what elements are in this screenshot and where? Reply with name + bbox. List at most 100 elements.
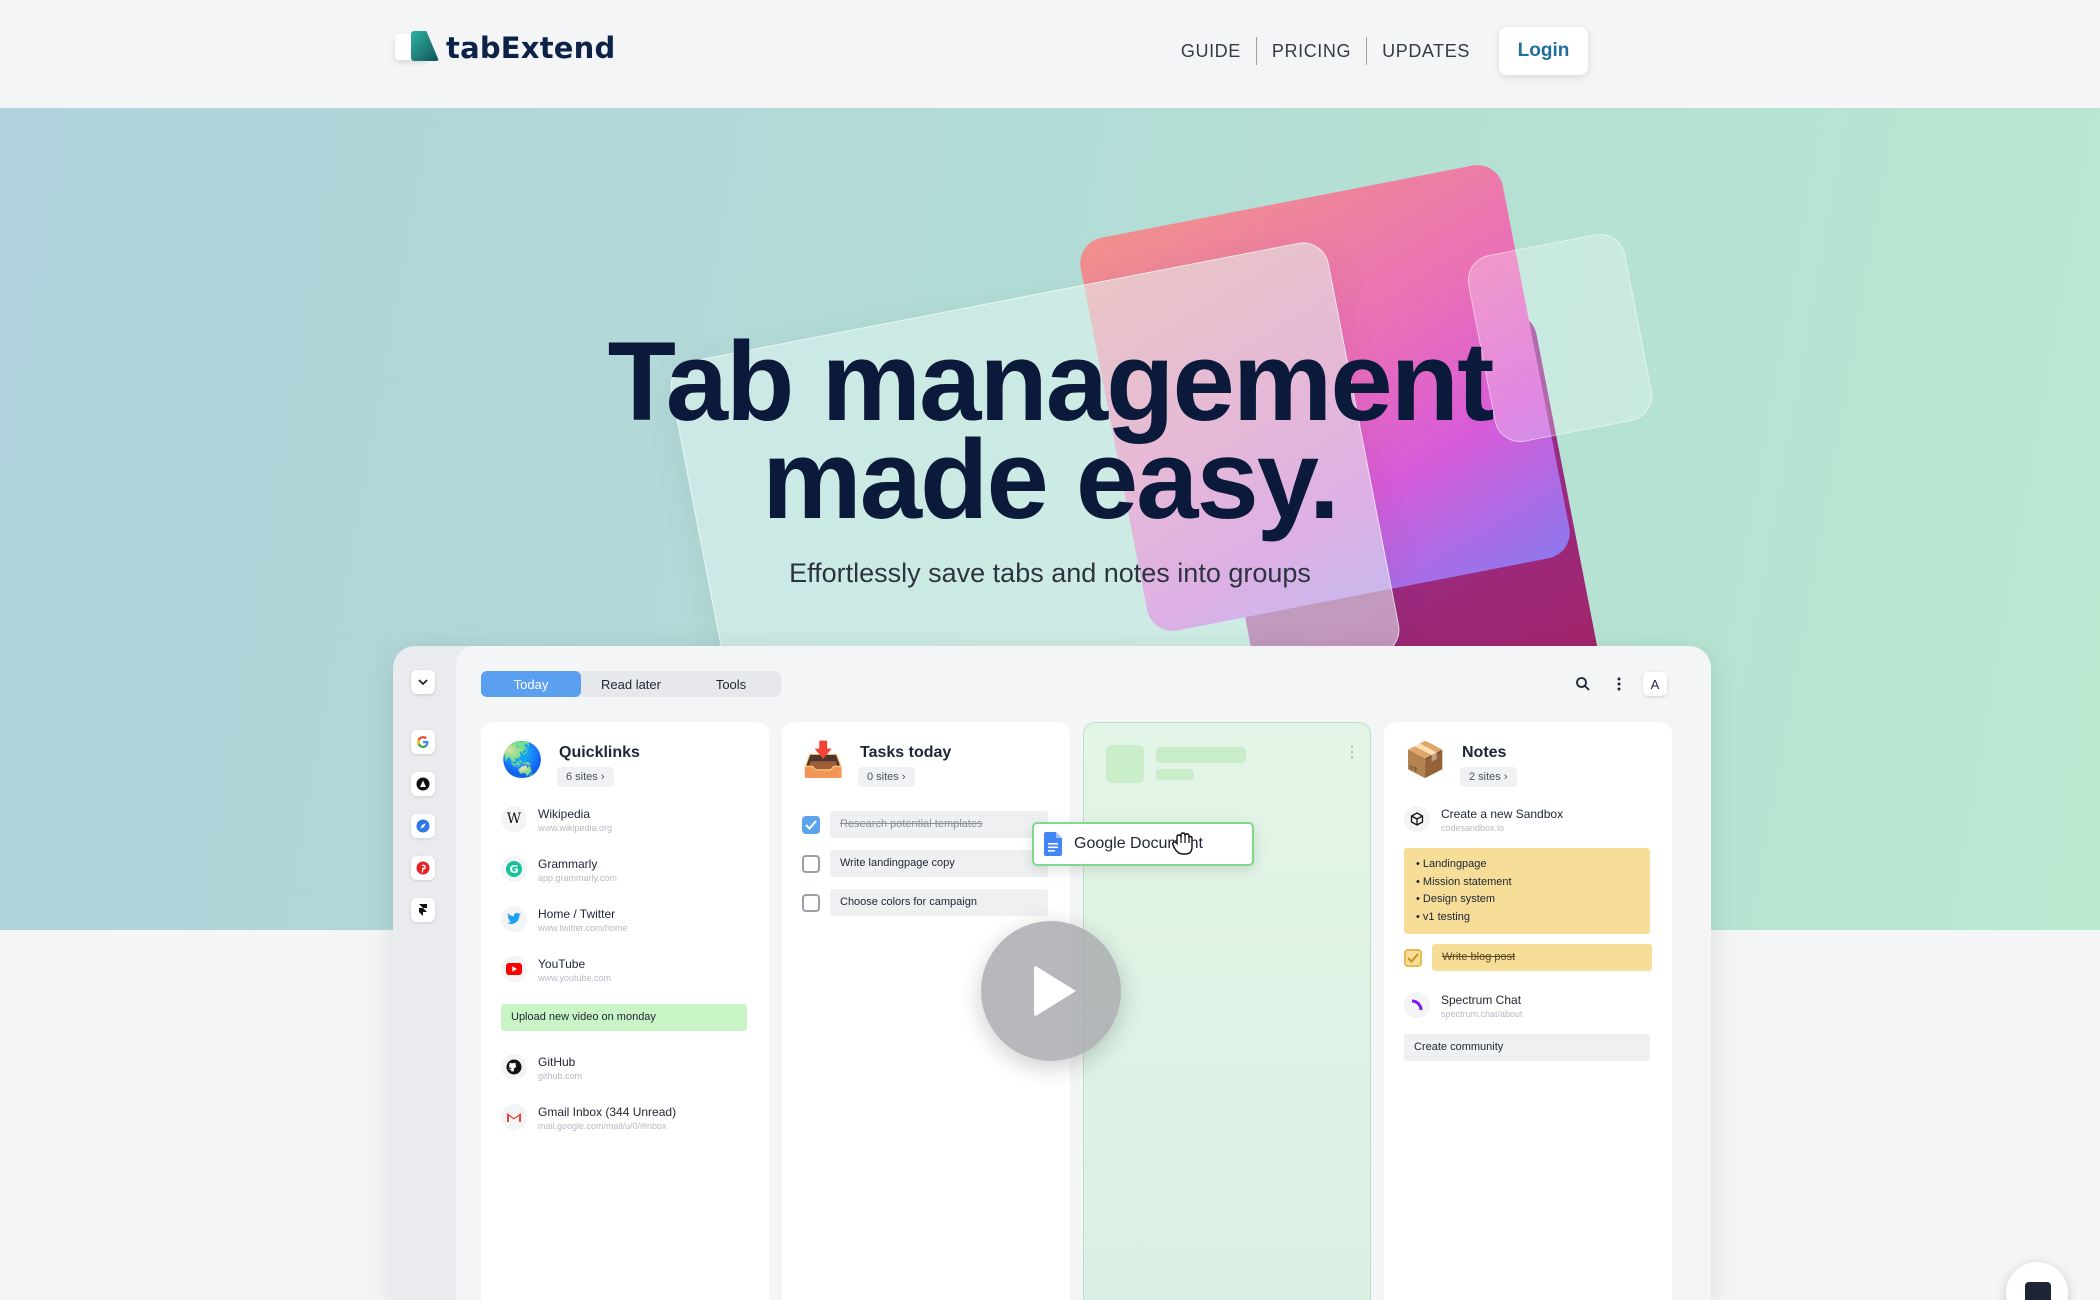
group-title: Tasks today	[860, 744, 952, 761]
play-video-button[interactable]	[981, 921, 1121, 1061]
group-column-quicklinks: 🌏 Quicklinks 6 sites › W Wikipedia www.wi…	[481, 722, 769, 1300]
nav-link-pricing[interactable]: PRICING	[1257, 37, 1366, 65]
list-item[interactable]: GitHub github.com	[501, 1054, 582, 1082]
kebab-menu-icon[interactable]	[1350, 745, 1354, 759]
note-bullet: • Landingpage	[1416, 858, 1487, 870]
github-icon	[501, 1054, 527, 1080]
app-sidebar	[393, 646, 455, 1300]
list-item[interactable]: W Wikipedia www.wikipedia.org	[501, 806, 612, 834]
tab-tools[interactable]: Tools	[681, 671, 781, 697]
tab-today[interactable]: Today	[481, 671, 581, 697]
framer-icon[interactable]	[411, 898, 435, 922]
search-icon	[1576, 677, 1590, 691]
task-label: Write landingpage copy	[830, 850, 1048, 877]
nav-link-guide[interactable]: GUIDE	[1166, 37, 1256, 65]
search-button[interactable]	[1571, 672, 1595, 696]
group-header: 🌏 Quicklinks 6 sites ›	[501, 740, 640, 787]
list-item[interactable]: Create a new Sandbox codesandbox.io	[1404, 806, 1563, 834]
task-item[interactable]: Write landingpage copy	[802, 850, 1048, 877]
arc-icon[interactable]	[411, 772, 435, 796]
chat-widget-button[interactable]	[2006, 1262, 2068, 1300]
task-label: Research potential templates	[830, 811, 1048, 838]
checkbox-checked[interactable]	[802, 815, 820, 834]
logo[interactable]: tabExtend	[395, 28, 615, 68]
logo-text: tabExtend	[446, 31, 616, 65]
note-bullet: • v1 testing	[1416, 910, 1470, 923]
avatar[interactable]: A	[1643, 672, 1667, 696]
task-item[interactable]: Research potential templates	[802, 811, 1048, 838]
chevron-down-icon	[418, 679, 428, 686]
task-label: Choose colors for campaign	[830, 889, 1048, 916]
checkmark-icon	[1407, 952, 1419, 963]
globe-icon: 🌏	[501, 741, 544, 779]
link-title: YouTube	[538, 957, 586, 971]
link-url: www.wikipedia.org	[538, 823, 613, 833]
chat-icon	[2025, 1282, 2051, 1300]
dragged-tab-card[interactable]: Google Document	[1032, 822, 1254, 866]
google-docs-icon	[1044, 832, 1062, 856]
link-title: Wikipedia	[538, 807, 591, 821]
safari-icon[interactable]	[411, 814, 435, 838]
group-title: Quicklinks	[559, 744, 640, 761]
tab-read-later[interactable]: Read later	[581, 671, 681, 697]
link-url: www.youtube.com	[538, 973, 612, 983]
note-item[interactable]: Create community	[1404, 1034, 1650, 1061]
wikipedia-icon: W	[501, 806, 527, 832]
svg-text:G: G	[509, 863, 518, 876]
codesandbox-icon	[1404, 806, 1430, 832]
checkmark-icon	[805, 819, 817, 830]
logo-mark-icon	[395, 29, 443, 67]
task-label: Write blog post	[1432, 944, 1652, 971]
nav-link-updates[interactable]: UPDATES	[1367, 37, 1485, 65]
collapse-toggle-button[interactable]	[411, 670, 435, 694]
main-nav: GUIDE PRICING UPDATES Login	[1166, 26, 1588, 75]
link-title: Gmail Inbox (344 Unread)	[538, 1105, 677, 1119]
link-title: Spectrum Chat	[1441, 993, 1522, 1007]
task-item[interactable]: Write blog post	[1404, 944, 1652, 971]
google-icon[interactable]	[411, 730, 435, 754]
group-column-notes: 📦 Notes 2 sites › Create a new Sandbox co…	[1384, 722, 1672, 1300]
link-url: www.twitter.com/home	[538, 923, 628, 933]
link-title: Home / Twitter	[538, 907, 616, 921]
group-header: 📥 Tasks today 0 sites ›	[802, 740, 951, 787]
list-item[interactable]: Spectrum Chat spectrum.chat/about	[1404, 992, 1523, 1020]
new-group-drop-zone[interactable]	[1083, 722, 1371, 1300]
site-count-badge[interactable]: 6 sites ›	[557, 767, 614, 787]
checkbox[interactable]	[802, 893, 820, 912]
login-button[interactable]: Login	[1499, 26, 1588, 75]
list-item[interactable]: G Grammarly app.grammarly.com	[501, 856, 617, 884]
note-item[interactable]: Upload new video on monday	[501, 1004, 747, 1031]
site-count-badge[interactable]: 2 sites ›	[1460, 767, 1517, 787]
spectrum-icon	[1404, 992, 1430, 1018]
placeholder-badge	[1156, 769, 1194, 780]
hero-title: Tab management made easy.	[0, 326, 2100, 542]
link-url: mail.google.com/mail/u/0/#inbox	[538, 1121, 667, 1131]
link-title: Create a new Sandbox	[1441, 807, 1564, 821]
site-count-badge[interactable]: 0 sites ›	[858, 767, 915, 787]
placeholder-icon	[1106, 745, 1144, 783]
checkbox-checked[interactable]	[1404, 948, 1422, 967]
task-item[interactable]: Choose colors for campaign	[802, 889, 1048, 916]
youtube-icon	[501, 956, 527, 982]
link-url: app.grammarly.com	[538, 873, 617, 883]
link-url: github.com	[538, 1071, 583, 1081]
grab-cursor-icon	[1172, 832, 1193, 855]
kebab-menu-icon	[1617, 677, 1621, 691]
list-item[interactable]: YouTube www.youtube.com	[501, 956, 611, 984]
more-options-button[interactable]	[1607, 672, 1631, 696]
view-tabs: Today Read later Tools	[481, 671, 781, 697]
list-item[interactable]: Home / Twitter www.twitter.com/home	[501, 906, 628, 934]
note-bullet: • Design system	[1416, 893, 1496, 905]
inbox-tray-icon: 📥	[802, 741, 845, 779]
pinterest-icon[interactable]	[411, 856, 435, 880]
note-item[interactable]: • Landingpage • Mission statement • Desi…	[1404, 848, 1650, 934]
top-navigation-bar: tabExtend GUIDE PRICING UPDATES Login	[0, 0, 2100, 108]
link-title: GitHub	[538, 1055, 576, 1069]
checkbox[interactable]	[802, 854, 820, 873]
twitter-icon	[501, 906, 527, 932]
hero-title-line: made easy.	[762, 417, 1340, 542]
link-url: codesandbox.io	[1441, 823, 1505, 833]
group-header: 📦 Notes 2 sites ›	[1404, 740, 1517, 787]
list-item[interactable]: Gmail Inbox (344 Unread) mail.google.com/…	[501, 1104, 676, 1132]
placeholder-title	[1156, 747, 1246, 763]
